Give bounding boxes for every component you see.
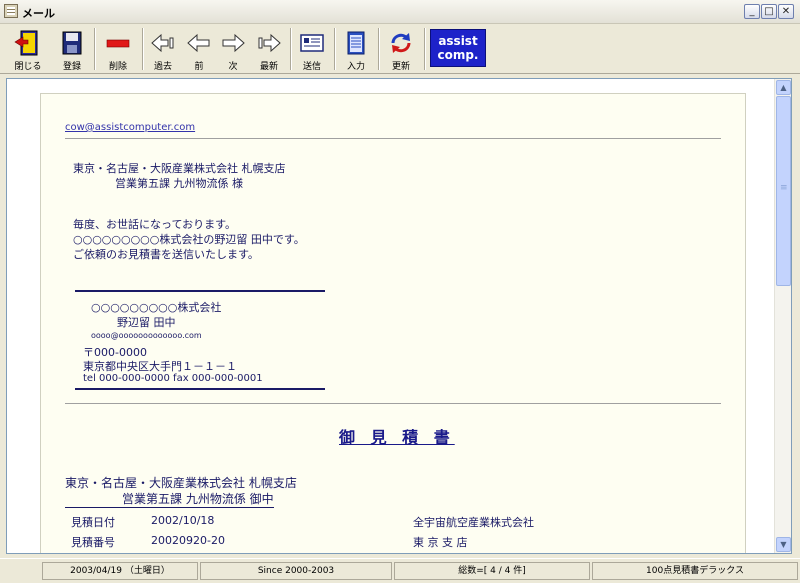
minimize-button[interactable]: _ [744,4,760,19]
status-product: 100点見積書デラックス [592,562,798,580]
past-button[interactable]: 過去 [148,26,178,72]
toolbar-separator [424,28,426,70]
minus-icon [106,39,130,48]
toolbar-separator [378,28,380,70]
refresh-icon [391,33,411,53]
app-icon [4,4,18,18]
divider [65,403,721,404]
register-button[interactable]: 登録 [54,26,90,72]
body-line-3: ご依頼のお見積書を送信いたします。 [73,248,259,261]
input-button[interactable]: 入力 [340,26,372,72]
toolbar-separator [290,28,292,70]
mail-viewer: cow@assistcomputer.com 東京・名古屋・大阪産業株式会社 札… [6,78,792,554]
toolbar: 閉じる 登録 削除 過去 前 次 最新 送信 入力 更新 [0,24,800,74]
quote-issuer-branch: 東 京 支 店 [413,536,468,549]
status-since: Since 2000-2003 [200,562,392,580]
divider [65,138,721,139]
signature-top-rule [75,290,325,292]
toolbar-separator [142,28,144,70]
maximize-button[interactable]: □ [761,4,777,19]
sender-email-link[interactable]: cow@assistcomputer.com [65,122,195,133]
assist-logo[interactable]: assist comp. [430,29,486,67]
quote-number-label: 見積番号 [71,536,115,549]
signature-email: oooo@ooooooooooooo.com [91,331,202,340]
document-icon [347,31,365,55]
latest-button[interactable]: 最新 [252,26,286,72]
quote-date-label: 見積日付 [71,516,115,529]
quote-number-value: 20020920-20 [151,534,225,547]
send-card-icon [300,34,324,52]
signature-address: 東京都中央区大手門１－１－１ [83,360,237,373]
toolbar-separator [94,28,96,70]
close-button[interactable]: 閉じる [8,26,48,72]
prev-button[interactable]: 前 [184,26,214,72]
status-date: 2003/04/19 （土曜日） [42,562,198,580]
floppy-disk-icon [62,31,82,55]
title-bar: メール _ □ ✕ [0,0,800,24]
window-title: メール [22,7,55,20]
quote-client-line-1: 東京・名古屋・大阪産業株式会社 札幌支店 [65,476,297,490]
signature-name: 野辺留 田中 [117,316,176,329]
right-arrow-icon [222,33,245,53]
toolbar-separator [334,28,336,70]
scroll-thumb[interactable] [776,96,791,286]
quote-issuer-company: 全宇宙航空産業株式会社 [413,516,534,529]
signature-tel: tel 000-000-0000 fax 000-000-0001 [83,373,263,384]
status-bar: 2003/04/19 （土曜日） Since 2000-2003 総数=[ 4 … [0,558,800,583]
mail-document: cow@assistcomputer.com 東京・名古屋・大阪産業株式会社 札… [40,93,746,553]
signature-bottom-rule [75,388,325,390]
delete-button[interactable]: 削除 [100,26,136,72]
next-button[interactable]: 次 [218,26,248,72]
close-window-button[interactable]: ✕ [778,4,794,19]
body-line-2: ○○○○○○○○○株式会社の野辺留 田中です。 [73,233,305,246]
recipient-line-2: 営業第五課 九州物流係 様 [115,177,243,190]
body-line-1: 毎度、お世話になっております。 [73,218,237,231]
refresh-button[interactable]: 更新 [384,26,418,72]
send-button[interactable]: 送信 [296,26,328,72]
exit-door-icon [14,30,38,56]
last-arrow-icon [258,33,281,53]
vertical-scrollbar[interactable]: ▲ ▼ [774,79,791,553]
scroll-down-icon[interactable]: ▼ [776,537,791,552]
quote-client-line-2: 営業第五課 九州物流係 御中 [65,490,274,508]
status-count: 総数=[ 4 / 4 件] [394,562,590,580]
quote-date-value: 2002/10/18 [151,514,215,527]
recipient-line-1: 東京・名古屋・大阪産業株式会社 札幌支店 [73,162,286,175]
signature-company: ○○○○○○○○○株式会社 [91,301,222,314]
quote-title: 御 見 積 書 [339,428,455,447]
first-arrow-icon [151,33,174,53]
left-arrow-icon [187,33,210,53]
scroll-up-icon[interactable]: ▲ [776,80,791,95]
